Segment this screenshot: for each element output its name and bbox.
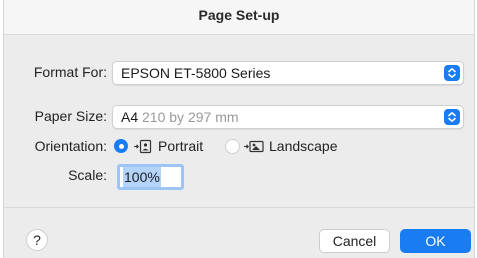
portrait-radio[interactable] xyxy=(114,139,128,153)
page-setup-dialog: Page Set-up Format For: EPSON ET-5800 Se… xyxy=(3,0,475,258)
paper-size-dimensions: 210 by 297 mm xyxy=(142,109,239,125)
landscape-orientation-icon xyxy=(243,139,265,159)
footer-divider xyxy=(4,207,474,208)
format-for-popup[interactable]: EPSON ET-5800 Series xyxy=(112,61,464,85)
scale-label: Scale: xyxy=(68,167,107,183)
paper-size-value: A4 xyxy=(121,109,139,125)
cancel-button[interactable]: Cancel xyxy=(319,229,390,253)
portrait-orientation-icon xyxy=(133,139,155,159)
ok-button[interactable]: OK xyxy=(400,229,471,253)
dialog-title: Page Set-up xyxy=(4,0,474,35)
portrait-option-label[interactable]: Portrait xyxy=(158,138,203,154)
format-for-label: Format For: xyxy=(33,64,107,80)
popup-stepper-icon xyxy=(444,109,460,125)
format-for-value: EPSON ET-5800 Series xyxy=(121,65,271,81)
scale-input[interactable]: 100% xyxy=(117,164,184,190)
scale-value: 100% xyxy=(123,167,161,187)
orientation-label: Orientation: xyxy=(34,138,107,154)
paper-size-popup[interactable]: A4 210 by 297 mm xyxy=(112,105,464,129)
paper-size-label: Paper Size: xyxy=(34,108,107,124)
help-button[interactable]: ? xyxy=(26,229,48,251)
landscape-option-label[interactable]: Landscape xyxy=(269,138,338,154)
popup-stepper-icon xyxy=(444,65,460,81)
landscape-radio[interactable] xyxy=(225,139,240,154)
